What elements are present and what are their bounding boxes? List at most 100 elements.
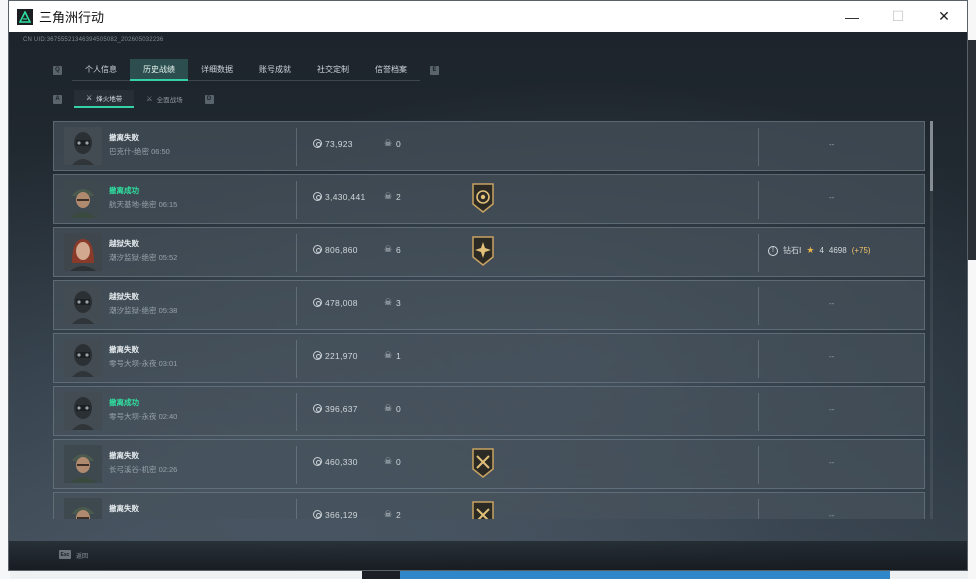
ring-badge-icon [470,182,496,214]
list-scrollbar[interactable] [930,121,933,519]
back-label[interactable]: 返回 [76,551,88,560]
tab-history[interactable]: 历史战绩 [130,59,188,81]
rank-placeholder: -- [829,405,835,414]
cross-badge-icon [470,500,496,519]
match-status: 撤离失败 [109,504,139,513]
column-divider [758,446,759,484]
rank-placeholder: -- [829,140,835,149]
scrollbar-thumb[interactable] [930,121,933,191]
operator-avatar [64,339,102,377]
column-divider [296,393,297,431]
rank-stars: 4 [819,246,824,255]
subtab-hazard-zone[interactable]: ⚔ 烽火地带 [74,90,135,108]
tab-prev-key[interactable]: Q [53,65,62,75]
match-history-list: 撤离失败 巴克什-绝密 06:50 73,923 ☠ 0 -- 撤离成功 航天基地-绝密 06… [53,121,933,519]
tab-profile[interactable]: 个人信息 [72,59,130,81]
match-status: 撤离失败 [109,345,139,354]
main-tabs: Q 个人信息 历史战绩 详细数据 账号成就 社交定制 信誉档案 E [53,59,439,81]
rank-score: 4698 [828,246,847,255]
tab-social[interactable]: 社交定制 [304,59,362,81]
kill-count: 2 [396,192,401,202]
match-row[interactable]: 撤离失败 366,129 ☠ 2 -- [53,492,925,519]
kill-count: 2 [396,510,401,519]
operator-avatar [64,445,102,483]
column-divider [296,446,297,484]
title-bar: 三角洲行动 — ☐ ✕ [9,1,967,32]
rank-info-icon: ! [768,245,778,256]
subtab-label: 烽火地带 [96,96,123,103]
taskbar-fragment [362,570,402,579]
tab-details[interactable]: 详细数据 [188,59,246,81]
column-divider [296,340,297,378]
column-divider [296,499,297,519]
match-status: 撤离成功 [109,186,139,195]
rank-delta: (+75) [851,246,871,255]
skull-icon: ☠ [384,403,393,413]
rank-change: ! 钻石Ⅰ ★ 4 4698 (+75) [768,245,871,256]
match-row[interactable]: 撤离成功航天基地-绝密 06:15 3,430,441 ☠ 2 -- [53,174,925,224]
minimize-button[interactable]: — [829,1,875,32]
match-status: 撤离失败 [109,133,139,142]
match-map-duration: 巴克什-绝密 06:50 [109,147,170,156]
column-divider [758,181,759,219]
crossed-swords-icon: ⚔ [146,96,153,103]
subtab-full-warfare[interactable]: ⚔ 全面战场 [134,90,194,108]
skull-icon: ☠ [384,350,393,360]
column-divider [758,234,759,272]
column-divider [296,234,297,272]
maximize-button[interactable]: ☐ [875,1,921,32]
tab-achievements[interactable]: 账号成就 [246,59,304,81]
crossed-swords-icon: ⚔ [86,95,93,102]
kill-count: 1 [396,351,401,361]
column-divider [758,393,759,431]
window-title: 三角洲行动 [39,10,105,25]
esc-key[interactable]: Esc [59,550,71,559]
column-divider [296,287,297,325]
cross-badge-icon [470,447,496,479]
match-map-duration: 零号大坝-永夜 03:01 [109,359,178,368]
match-row[interactable]: 越狱失败 潮汐监狱-绝密 05:52 806,860 ☠ 6! 钻石Ⅰ ★ 4 4698 (+75… [53,227,925,277]
user-uid: CN UID:36755521346394505082_202605032236 [23,37,164,43]
coin-icon [313,192,322,201]
subtab-label: 全面战场 [156,97,183,104]
app-logo-icon [17,8,33,25]
close-button[interactable]: ✕ [921,1,967,32]
tab-next-key[interactable]: E [430,65,439,75]
coin-icon [313,457,322,466]
rank-placeholder: -- [829,352,835,361]
match-row[interactable]: 越狱失败 潮汐监狱-绝密 05:38 478,008 ☠ 3 -- [53,280,925,330]
match-status: 越狱失败 [109,292,139,301]
rank-placeholder: -- [829,299,835,308]
skull-icon: ☠ [384,244,393,254]
rank-placeholder: -- [829,193,835,202]
match-map-duration: 航天基地-绝密 06:15 [109,200,178,209]
kill-count: 0 [396,457,401,467]
coin-icon [313,139,322,148]
rank-placeholder: -- [829,511,835,519]
skull-icon: ☠ [384,297,393,307]
skull-icon: ☠ [384,191,393,201]
match-row[interactable]: 撤离失败 长弓溪谷-机密 02:26 460,330 ☠ 0 -- [53,439,925,489]
column-divider [296,181,297,219]
skull-icon: ☠ [384,138,393,148]
loot-value: 3,430,441 [325,192,366,202]
subtab-next-key[interactable]: D [204,94,214,104]
subtab-prev-key[interactable]: A [53,94,62,104]
match-row[interactable]: 撤离成功 零号大坝-永夜 02:40 396,637 ☠ 0 -- [53,386,925,436]
column-divider [758,340,759,378]
match-map-duration: 潮汐监狱-绝密 05:52 [109,253,178,262]
mode-subtabs: A ⚔ 烽火地带 ⚔ 全面战场 D [53,90,214,108]
column-divider [758,128,759,166]
loot-value: 366,129 [325,510,358,519]
match-row[interactable]: 撤离失败 零号大坝-永夜 03:01 221,970 ☠ 1 -- [53,333,925,383]
skull-icon: ☠ [384,509,393,519]
main-content: CN UID:36755521346394505082_202605032236… [9,32,967,570]
match-row[interactable]: 撤离失败 巴克什-绝密 06:50 73,923 ☠ 0 -- [53,121,925,171]
operator-avatar [64,127,102,165]
operator-avatar [64,498,102,519]
loot-value: 460,330 [325,457,358,467]
tab-reputation[interactable]: 信誉档案 [362,59,420,81]
star-badge-icon [470,235,496,267]
kill-count: 0 [396,139,401,149]
rank-tier: 钻石Ⅰ [783,246,802,255]
